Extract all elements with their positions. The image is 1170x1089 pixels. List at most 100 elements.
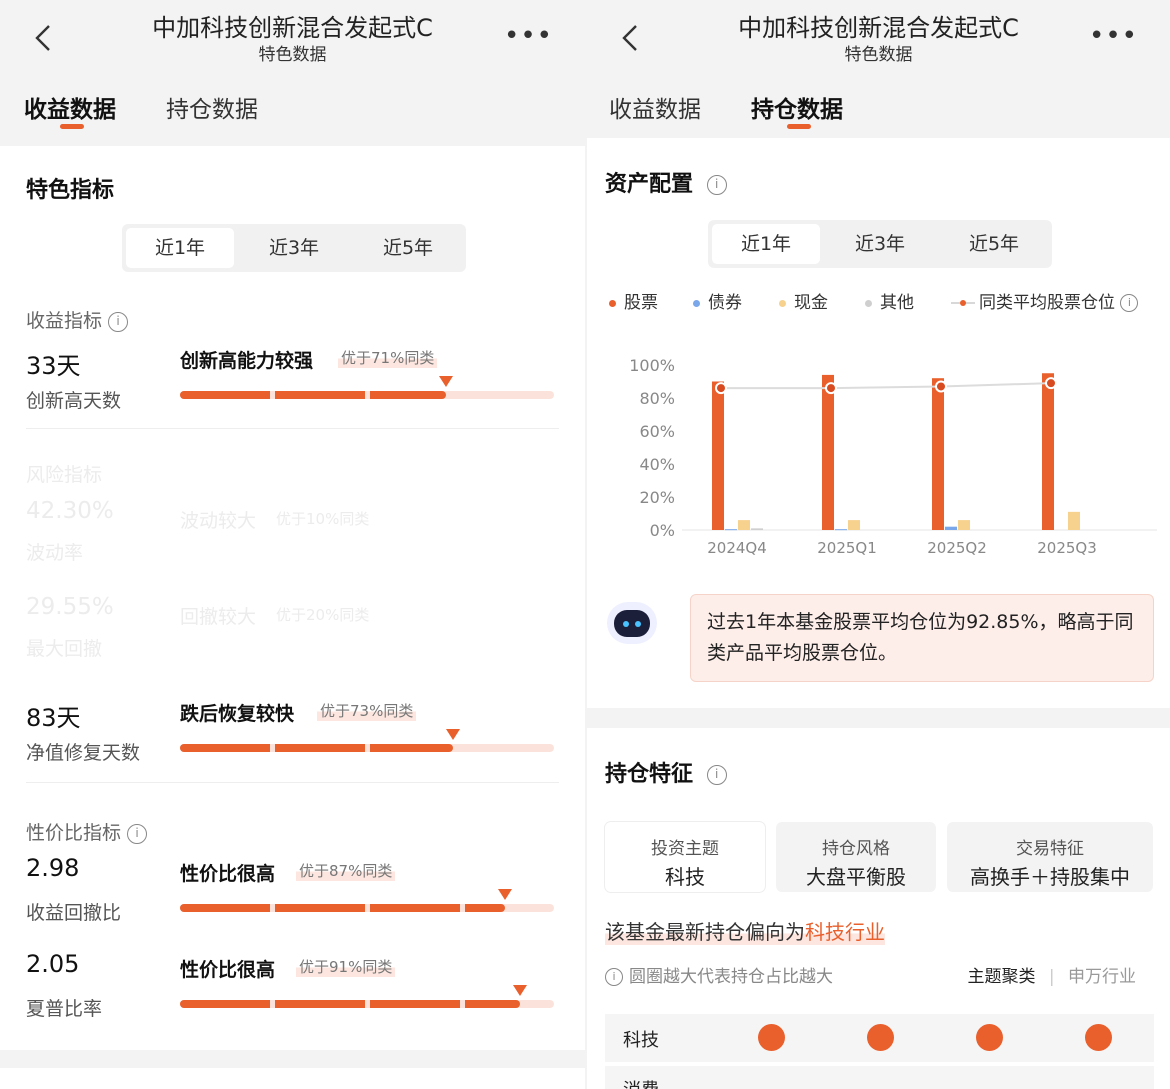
feature-value: 大盘平衡股 [806,865,906,889]
section-title: 特色指标 [26,178,115,203]
section-title-text: 持仓特征 [605,762,694,787]
legend-cash[interactable]: 现金 [779,288,828,313]
metric-progress-bar [180,376,554,399]
metric-label: 创新高能力较强 [180,350,314,372]
bar-股票 [1042,373,1054,530]
holding-bubble [867,1024,894,1051]
y-tick-label: 80% [639,389,675,408]
tab-returns[interactable]: 收益数据 [24,90,116,124]
period-5y[interactable]: 近5年 [354,228,462,268]
bubble-size-hint: i 圆圈越大代表持仓占比越大 [605,962,833,987]
left-screen: 中加科技创新混合发起式C 特色数据 ••• 收益数据 持仓数据 特色指标 近1年… [0,0,585,1089]
section-title: 持仓特征 i [605,756,727,788]
progress-segment [465,904,506,912]
section-title: 资产配置 i [605,166,727,198]
feature-tab-theme[interactable]: 投资主题 科技 [605,822,765,892]
bar-债券 [945,526,957,530]
feature-tab-trading[interactable]: 交易特征 高换手＋持股集中 [947,822,1153,892]
feature-metrics-card: 特色指标 近1年 近3年 近5年 收益指标 i 33天 创新高天数 创新高能力较… [0,146,585,1050]
metric-caption: 波动率 [26,542,84,564]
tab-holdings[interactable]: 持仓数据 [166,90,258,124]
metric-caption: 夏普比率 [26,998,103,1020]
holding-bubble [758,1024,785,1051]
legend-label: 现金 [794,293,828,313]
metric-caption: 收益回撤比 [26,902,122,924]
view-sw-industry[interactable]: 申万行业 [1068,967,1136,987]
robot-eye [635,621,641,627]
progress-segment [275,391,365,399]
metric-badge: 优于87%同类 [296,860,396,881]
peer-avg-point [715,382,727,395]
progress-segment [180,1000,270,1008]
progress-segment [275,744,365,752]
progress-segment [465,1000,521,1008]
right-screen: 中加科技创新混合发起式C 特色数据 ••• 收益数据 持仓数据 资产配置 i 近… [587,0,1170,1089]
x-tick-label: 2025Q2 [927,539,987,557]
period-1y[interactable]: 近1年 [712,224,820,264]
feature-value: 科技 [665,865,705,889]
feature-tab-style[interactable]: 持仓风格 大盘平衡股 [776,822,936,892]
progress-segment [180,904,270,912]
legend-label: 债券 [708,293,742,313]
bar-股票 [712,381,724,530]
metric-value: 42.30% [26,498,114,524]
tab-underline [787,124,811,129]
metric-progress-bar [180,985,554,1008]
legend-label: 同类平均股票仓位 [979,293,1115,313]
progress-fill [180,391,446,399]
metric-value: 2.98 [26,854,80,882]
metric-caption: 净值修复天数 [26,742,141,764]
page-title: 中加科技创新混合发起式C [738,14,1019,42]
note-highlight: 科技行业 [805,920,885,944]
more-icon[interactable]: ••• [504,23,553,49]
metric-caption: 创新高天数 [26,390,122,412]
legend-dot [779,299,786,307]
next-card [0,1068,585,1089]
percentile-marker-icon [446,729,461,740]
nav-header: 中加科技创新混合发起式C 特色数据 ••• [587,0,1170,70]
info-icon[interactable]: i [1120,294,1139,312]
legend-bond[interactable]: 债券 [693,288,742,313]
metric-badge: 优于71%同类 [338,347,438,368]
period-5y[interactable]: 近5年 [940,224,1048,264]
section-title-text: 资产配置 [605,172,694,197]
bar-股票 [932,378,944,530]
bar-其他 [751,528,763,530]
more-icon[interactable]: ••• [1089,23,1138,49]
legend-peer-avg[interactable]: 同类平均股票仓位 i [951,288,1139,313]
period-3y[interactable]: 近3年 [826,224,934,264]
y-tick-label: 60% [639,422,675,441]
progress-segment [370,391,446,399]
info-icon[interactable]: i [706,765,727,785]
risk-group-faded: 风险指标 42.30% 波动率 波动较大 优于10%同类 29.55% 最大回撤… [0,450,585,670]
divider [26,782,559,783]
info-icon[interactable]: i [706,175,727,195]
period-selector: 近1年 近3年 近5年 [122,224,466,272]
period-3y[interactable]: 近3年 [240,228,348,268]
info-icon[interactable]: i [127,823,148,844]
tab-holdings[interactable]: 持仓数据 [751,90,843,124]
bar-现金 [848,520,860,530]
tab-returns[interactable]: 收益数据 [609,90,701,124]
legend-other[interactable]: 其他 [865,288,914,313]
period-1y[interactable]: 近1年 [126,228,234,268]
note-text: 该基金最新持仓偏向为 [605,920,805,944]
legend-dot [609,299,616,307]
bar-债券 [725,529,737,531]
metric-progress-bar [180,889,554,912]
legend-stock[interactable]: 股票 [609,288,658,313]
info-icon: i [605,968,623,986]
theme-name: 科技 [623,1030,659,1051]
view-theme-cluster[interactable]: 主题聚类 [967,967,1035,987]
info-icon[interactable]: i [108,311,129,332]
robot-eye [623,621,629,627]
page-subtitle: 特色数据 [258,45,327,65]
peer-avg-point [825,382,837,395]
nav-header: 中加科技创新混合发起式C 特色数据 ••• [0,0,585,70]
page-title: 中加科技创新混合发起式C [152,14,433,42]
group-title-text: 收益指标 [26,310,103,332]
feature-value: 高换手＋持股集中 [970,865,1130,889]
feature-label: 交易特征 [1016,839,1084,859]
y-tick-label: 100% [629,356,675,375]
feature-label: 持仓风格 [822,839,890,859]
